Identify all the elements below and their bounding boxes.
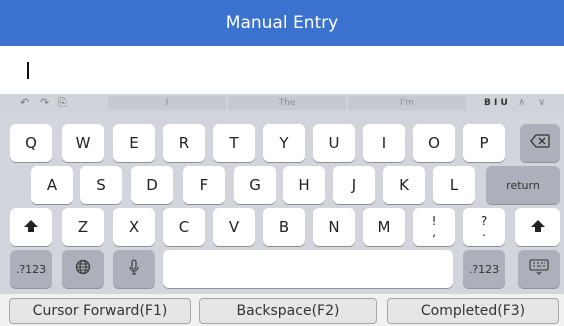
suggestion-3[interactable]: I'm [348,96,466,110]
key-p[interactable]: P [463,124,505,162]
key-comma-label: , [432,225,436,239]
key-question-period[interactable]: ? . [463,208,505,246]
suggestion-2[interactable]: The [228,96,346,110]
chevron-down-icon[interactable]: ∨ [538,96,545,110]
numbers-key-right[interactable]: .?123 [463,250,505,288]
key-period-label: . [482,225,486,239]
hide-keyboard-key[interactable] [518,250,560,288]
shift-icon [24,218,38,236]
microphone-key[interactable] [113,250,155,288]
key-t[interactable]: T [213,124,255,162]
key-a[interactable]: A [31,166,73,204]
key-b[interactable]: B [263,208,305,246]
key-d[interactable]: D [131,166,173,204]
shift-key-left[interactable] [10,208,52,246]
key-f[interactable]: F [183,166,225,204]
key-c[interactable]: C [163,208,205,246]
key-u[interactable]: U [313,124,355,162]
shift-icon [530,218,545,236]
redo-icon[interactable]: ↷ [40,96,49,110]
key-h[interactable]: H [283,166,325,204]
key-r[interactable]: R [163,124,205,162]
keyboard-hide-icon [529,259,549,279]
undo-icon[interactable]: ↶ [20,96,29,110]
numbers-key-left[interactable]: .?123 [10,250,52,288]
key-z[interactable]: Z [62,208,104,246]
backspace-key[interactable] [520,124,560,162]
key-j[interactable]: J [333,166,375,204]
key-exclaim-comma[interactable]: ! , [413,208,455,246]
chevron-up-icon[interactable]: ∧ [518,96,525,110]
globe-key[interactable] [62,250,104,288]
key-g[interactable]: G [234,166,276,204]
text-caret [27,62,29,79]
shift-key-right[interactable] [515,208,560,246]
key-s[interactable]: S [80,166,122,204]
key-k[interactable]: K [383,166,425,204]
page-title: Manual Entry [225,13,339,33]
suggestion-1[interactable]: I [108,96,226,110]
key-n[interactable]: N [313,208,355,246]
return-key[interactable]: return [486,166,560,204]
backspace-button[interactable]: Backspace(F2) [199,298,377,324]
key-o[interactable]: O [413,124,455,162]
globe-icon [75,259,91,279]
key-m[interactable]: M [363,208,405,246]
key-v[interactable]: V [213,208,255,246]
microphone-icon [128,259,140,279]
clipboard-icon[interactable]: ⎘ [58,96,67,110]
completed-button[interactable]: Completed(F3) [387,298,559,324]
key-i[interactable]: I [363,124,405,162]
key-y[interactable]: Y [263,124,305,162]
key-e[interactable]: E [113,124,155,162]
format-buttons[interactable]: B I U [484,96,508,110]
key-x[interactable]: X [113,208,155,246]
key-w[interactable]: W [62,124,104,162]
key-q[interactable]: Q [10,124,52,162]
title-bar: Manual Entry [0,0,564,46]
backspace-icon [530,134,550,152]
manual-entry-field[interactable] [0,46,564,94]
key-l[interactable]: L [433,166,475,204]
cursor-forward-button[interactable]: Cursor Forward(F1) [9,298,191,324]
space-bar[interactable] [163,250,453,288]
